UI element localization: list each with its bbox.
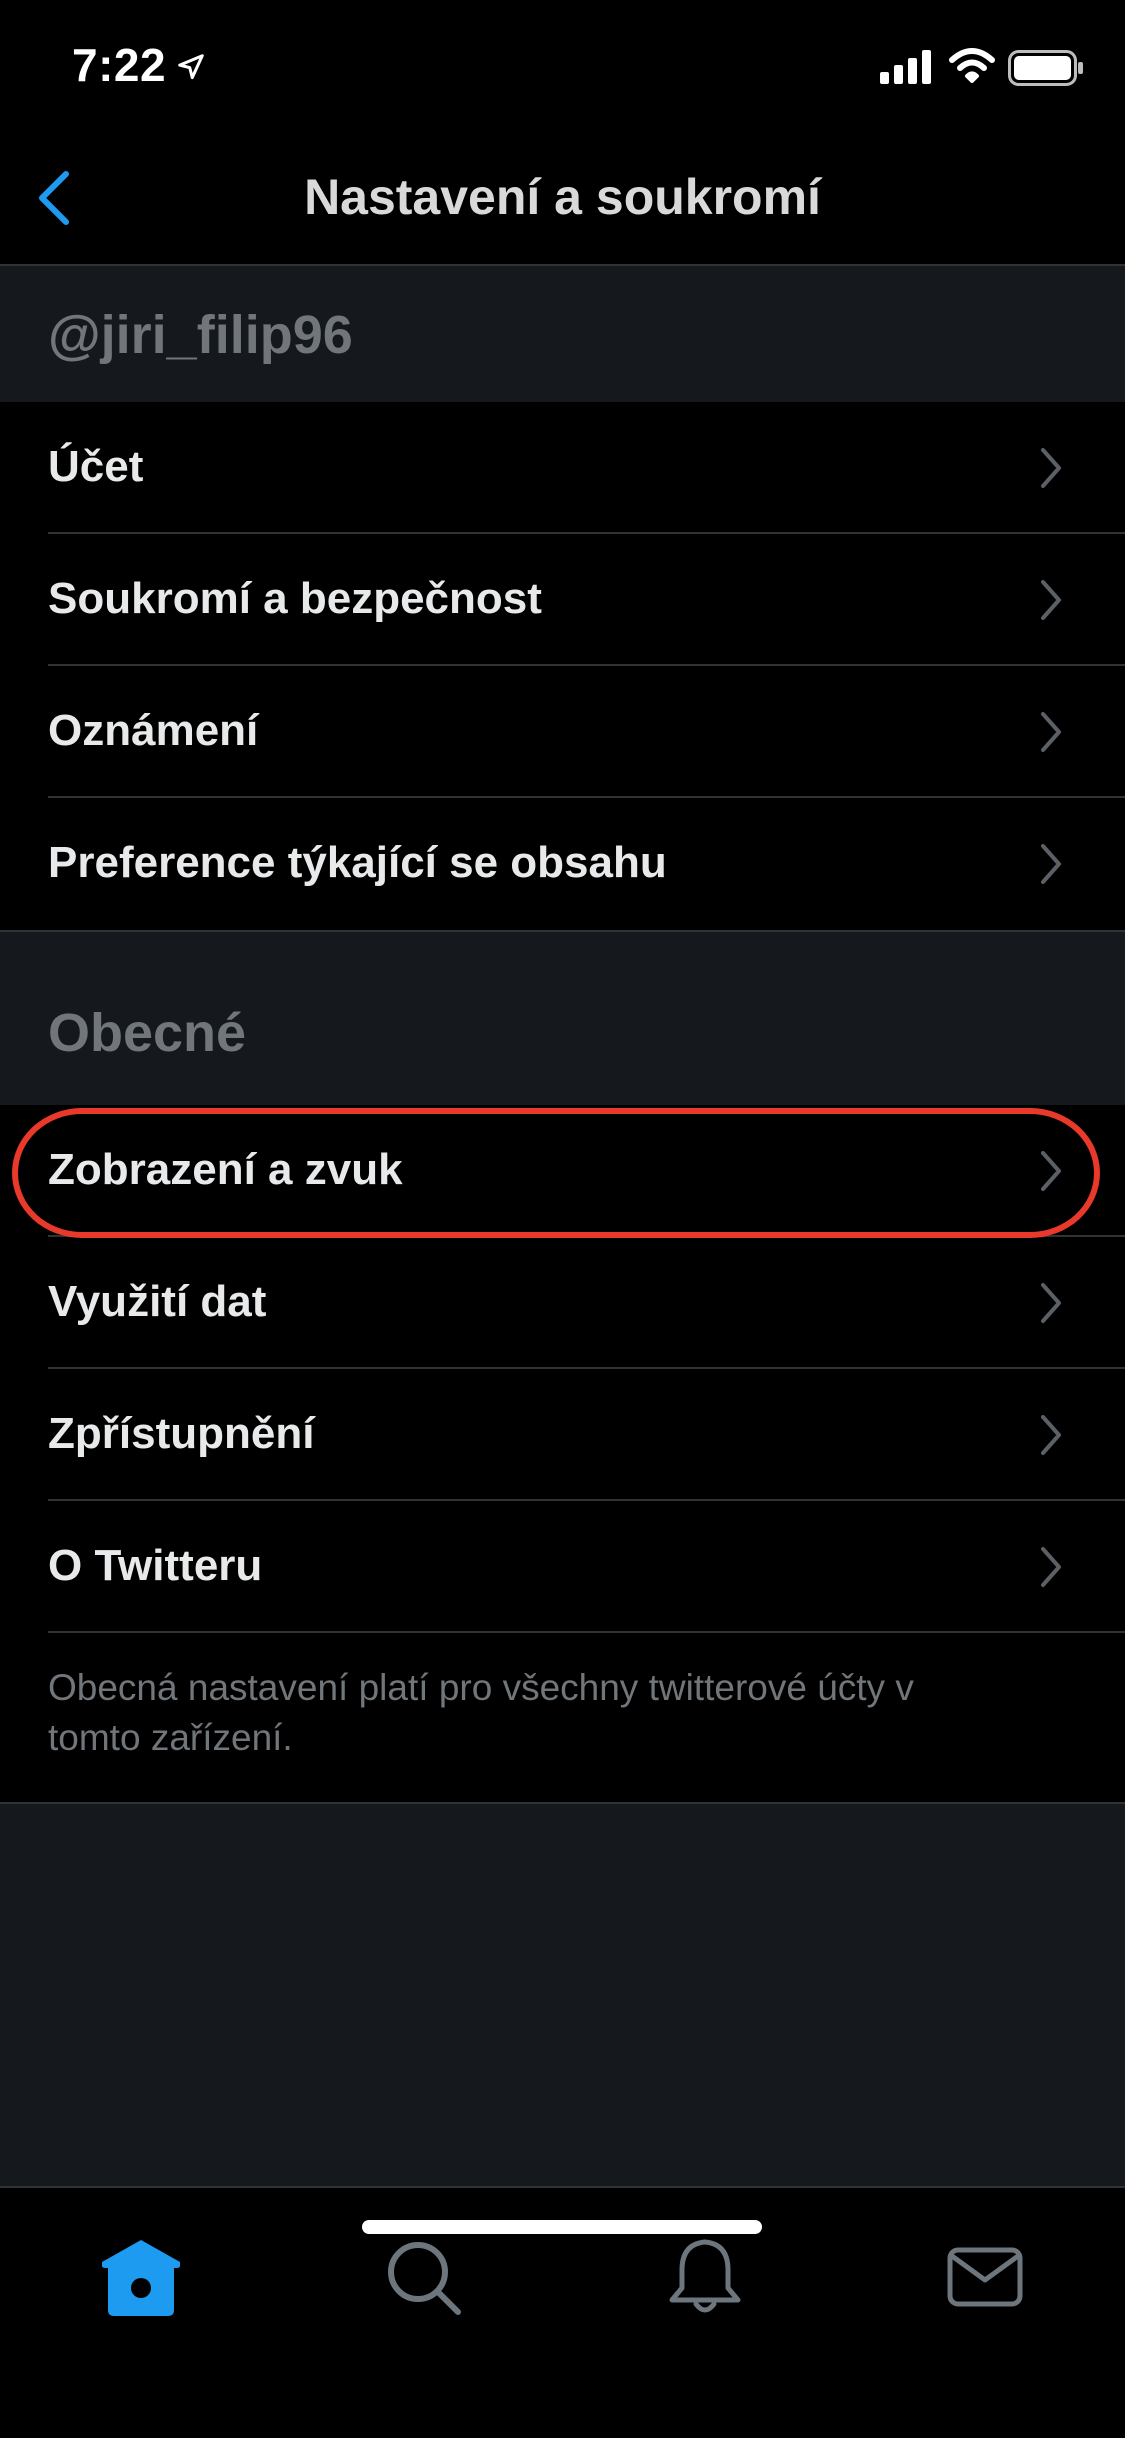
settings-item-privacy[interactable]: Soukromí a bezpečnost	[0, 534, 1125, 666]
settings-item-about-twitter[interactable]: O Twitteru	[0, 1501, 1125, 1633]
account-username: @jiri_filip96	[48, 305, 353, 365]
location-arrow-icon	[178, 54, 204, 80]
general-settings-note: Obecná nastavení platí pro všechny twitt…	[48, 1667, 914, 1758]
settings-item-content-preferences[interactable]: Preference týkající se obsahu	[0, 798, 1125, 930]
settings-item-account[interactable]: Účet	[0, 402, 1125, 534]
settings-item-display-sound[interactable]: Zobrazení a zvuk	[0, 1105, 1125, 1237]
chevron-right-icon	[1041, 1415, 1061, 1455]
tab-messages[interactable]	[940, 2232, 1030, 2322]
divider	[48, 1631, 1125, 1633]
settings-item-label: Preference týkající se obsahu	[48, 838, 667, 887]
chevron-right-icon	[1041, 712, 1061, 752]
settings-item-label: Soukromí a bezpečnost	[48, 574, 542, 623]
tab-notifications[interactable]	[660, 2232, 750, 2322]
settings-item-label: Využití dat	[48, 1277, 267, 1326]
settings-item-accessibility[interactable]: Zpřístupnění	[0, 1369, 1125, 1501]
settings-item-notifications[interactable]: Oznámení	[0, 666, 1125, 798]
wifi-icon	[949, 48, 995, 83]
status-time: 7:22	[72, 39, 167, 91]
chevron-right-icon	[1041, 448, 1061, 488]
account-settings-list: Účet Soukromí a bezpečnost Oznámení Pref…	[0, 402, 1125, 930]
settings-item-label: Oznámení	[48, 706, 259, 755]
settings-item-label: Zobrazení a zvuk	[48, 1145, 403, 1194]
chevron-right-icon	[1041, 1547, 1061, 1587]
battery-icon	[1008, 50, 1083, 86]
tab-search[interactable]	[378, 2232, 468, 2322]
signal-icon	[880, 50, 931, 84]
settings-item-data-usage[interactable]: Využití dat	[0, 1237, 1125, 1369]
mail-icon	[947, 2247, 1023, 2307]
chevron-right-icon	[1041, 1283, 1061, 1323]
settings-item-label: Zpřístupnění	[48, 1409, 315, 1458]
bell-icon	[669, 2239, 741, 2313]
general-section-header: Obecné	[0, 930, 1125, 1108]
home-indicator	[362, 2220, 762, 2234]
account-section-header: @jiri_filip96	[0, 266, 1125, 404]
chevron-right-icon	[1041, 580, 1061, 620]
status-bar: 7:22	[0, 0, 1125, 132]
page-title: Nastavení a soukromí	[304, 169, 821, 225]
settings-item-label: O Twitteru	[48, 1541, 263, 1590]
general-settings-list: Zobrazení a zvuk Využití dat Zpřístupněn…	[0, 1105, 1125, 1804]
tab-home[interactable]	[96, 2232, 186, 2322]
chevron-right-icon	[1041, 1151, 1061, 1191]
chevron-right-icon	[1041, 844, 1061, 884]
nav-bar: Nastavení a soukromí	[0, 132, 1125, 266]
general-section-title: Obecné	[48, 1003, 247, 1063]
search-icon	[388, 2242, 461, 2315]
settings-item-label: Účet	[48, 442, 144, 491]
